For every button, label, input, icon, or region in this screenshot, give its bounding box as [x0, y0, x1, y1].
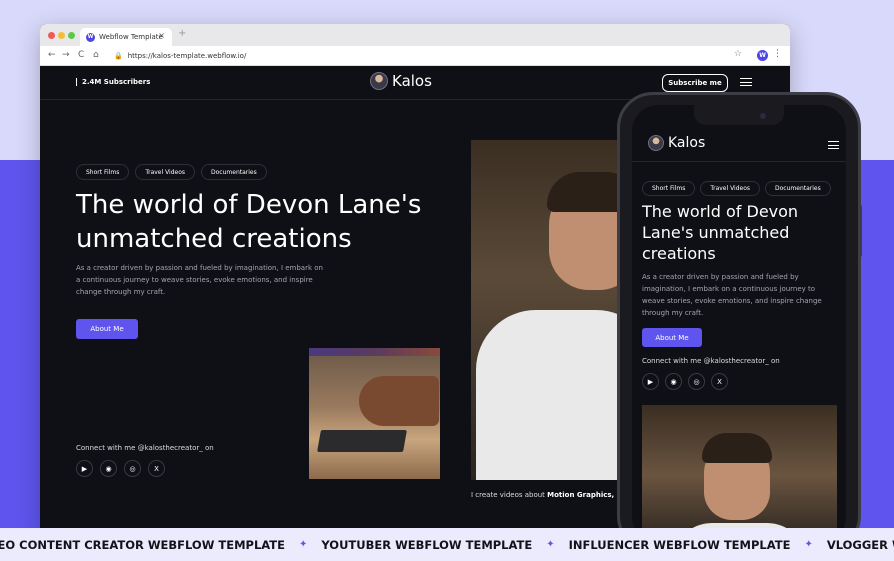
phone-hero-title: The world of Devon Lane's unmatched crea…	[642, 202, 799, 263]
forward-arrow-icon[interactable]: →	[62, 50, 70, 60]
phone-screen: Kalos Short Films Travel Videos Document…	[632, 105, 846, 543]
logo-text: Kalos	[392, 72, 432, 90]
discord-icon[interactable]: ◉	[665, 373, 682, 390]
phone-creator-portrait-photo	[642, 405, 837, 543]
template-marquee: DEO CONTENT CREATOR WEBFLOW TEMPLATE ✦ Y…	[0, 528, 894, 561]
sparkle-icon: ✦	[804, 539, 813, 550]
video-topics-caption: I create videos about Motion Graphics, D…	[471, 491, 637, 499]
browser-tab[interactable]: W Webflow Template ×	[80, 28, 172, 46]
logo-avatar	[370, 72, 388, 90]
home-icon[interactable]: ⌂	[93, 50, 99, 60]
instagram-icon[interactable]: ◎	[688, 373, 705, 390]
url-text: https://kalos-template.webflow.io/	[127, 52, 247, 60]
phone-mockup: Kalos Short Films Travel Videos Document…	[617, 92, 861, 552]
lock-icon: 🔒	[114, 52, 123, 60]
discord-icon[interactable]: ◉	[100, 460, 117, 477]
hand-device-photo	[309, 348, 440, 479]
camera-icon	[760, 113, 766, 119]
youtube-icon[interactable]: ▶	[76, 460, 93, 477]
site-logo[interactable]: Kalos	[370, 72, 432, 90]
logo-text: Kalos	[668, 135, 706, 151]
pill-travel-videos[interactable]: Travel Videos	[700, 181, 761, 196]
pill-documentaries[interactable]: Documentaries	[201, 164, 267, 180]
webflow-favicon-icon: W	[86, 32, 95, 42]
x-icon[interactable]: X	[711, 373, 728, 390]
sparkle-icon: ✦	[546, 539, 555, 550]
minimize-window-button[interactable]	[58, 32, 65, 39]
tab-title: Webflow Template	[99, 33, 163, 41]
pill-short-films[interactable]: Short Films	[76, 164, 130, 180]
about-me-button[interactable]: About Me	[76, 319, 138, 339]
social-links: ▶ ◉ ◎ X	[76, 460, 165, 477]
phone-notch	[694, 105, 784, 125]
maximize-window-button[interactable]	[68, 32, 75, 39]
pill-short-films[interactable]: Short Films	[642, 181, 696, 196]
x-icon[interactable]: X	[148, 460, 165, 477]
sparkle-icon: ✦	[298, 539, 308, 550]
pill-travel-videos[interactable]: Travel Videos	[135, 164, 196, 180]
phone-social-links: ▶ ◉ ◎ X	[642, 373, 728, 390]
logo-avatar	[648, 135, 664, 151]
profile-avatar[interactable]: W	[757, 50, 768, 61]
marquee-item: INFLUENCER WEBFLOW TEMPLATE	[568, 537, 791, 552]
phone-site-logo[interactable]: Kalos	[648, 135, 705, 151]
close-window-button[interactable]	[48, 32, 55, 39]
address-bar: ← → C ⌂ 🔒 https://kalos-template.webflow…	[40, 46, 790, 66]
marquee-item: VLOGGER WEBFLOW TEMPLA	[826, 537, 894, 552]
connect-text: Connect with me @kalosthecreator_ on	[76, 444, 214, 452]
pill-documentaries[interactable]: Documentaries	[765, 181, 831, 196]
youtube-icon[interactable]: ▶	[642, 373, 659, 390]
hero-description: As a creator driven by passion and fuele…	[76, 264, 323, 296]
browser-menu-icon[interactable]: ⋮	[773, 49, 782, 59]
hero-title: The world of Devon Lane's unmatched crea…	[76, 190, 422, 254]
subscribers-count: 2.4M Subscribers	[76, 78, 150, 86]
tab-close-icon[interactable]: ×	[158, 31, 165, 40]
subscribe-button[interactable]: Subscribe me	[662, 74, 728, 92]
bookmark-star-icon[interactable]: ☆	[734, 49, 742, 59]
phone-hero-description: As a creator driven by passion and fuele…	[642, 273, 822, 317]
browser-tabbar: W Webflow Template × +	[40, 24, 790, 46]
back-arrow-icon[interactable]: ←	[48, 50, 56, 60]
instagram-icon[interactable]: ◎	[124, 460, 141, 477]
marquee-item: DEO CONTENT CREATOR WEBFLOW TEMPLATE	[0, 537, 285, 552]
category-pills: Short Films Travel Videos Documentaries	[76, 164, 267, 180]
url-field[interactable]: 🔒 https://kalos-template.webflow.io/	[114, 49, 246, 63]
hamburger-menu-icon[interactable]	[740, 78, 752, 86]
phone-hamburger-menu-icon[interactable]	[828, 141, 839, 149]
phone-connect-text: Connect with me @kalosthecreator_ on	[642, 357, 780, 365]
phone-category-pills: Short Films Travel Videos Documentaries	[642, 181, 831, 196]
new-tab-button[interactable]: +	[178, 28, 186, 39]
marquee-item: YOUTUBER WEBFLOW TEMPLATE	[321, 537, 533, 552]
phone-about-me-button[interactable]: About Me	[642, 328, 702, 347]
reload-icon[interactable]: C	[78, 50, 84, 60]
